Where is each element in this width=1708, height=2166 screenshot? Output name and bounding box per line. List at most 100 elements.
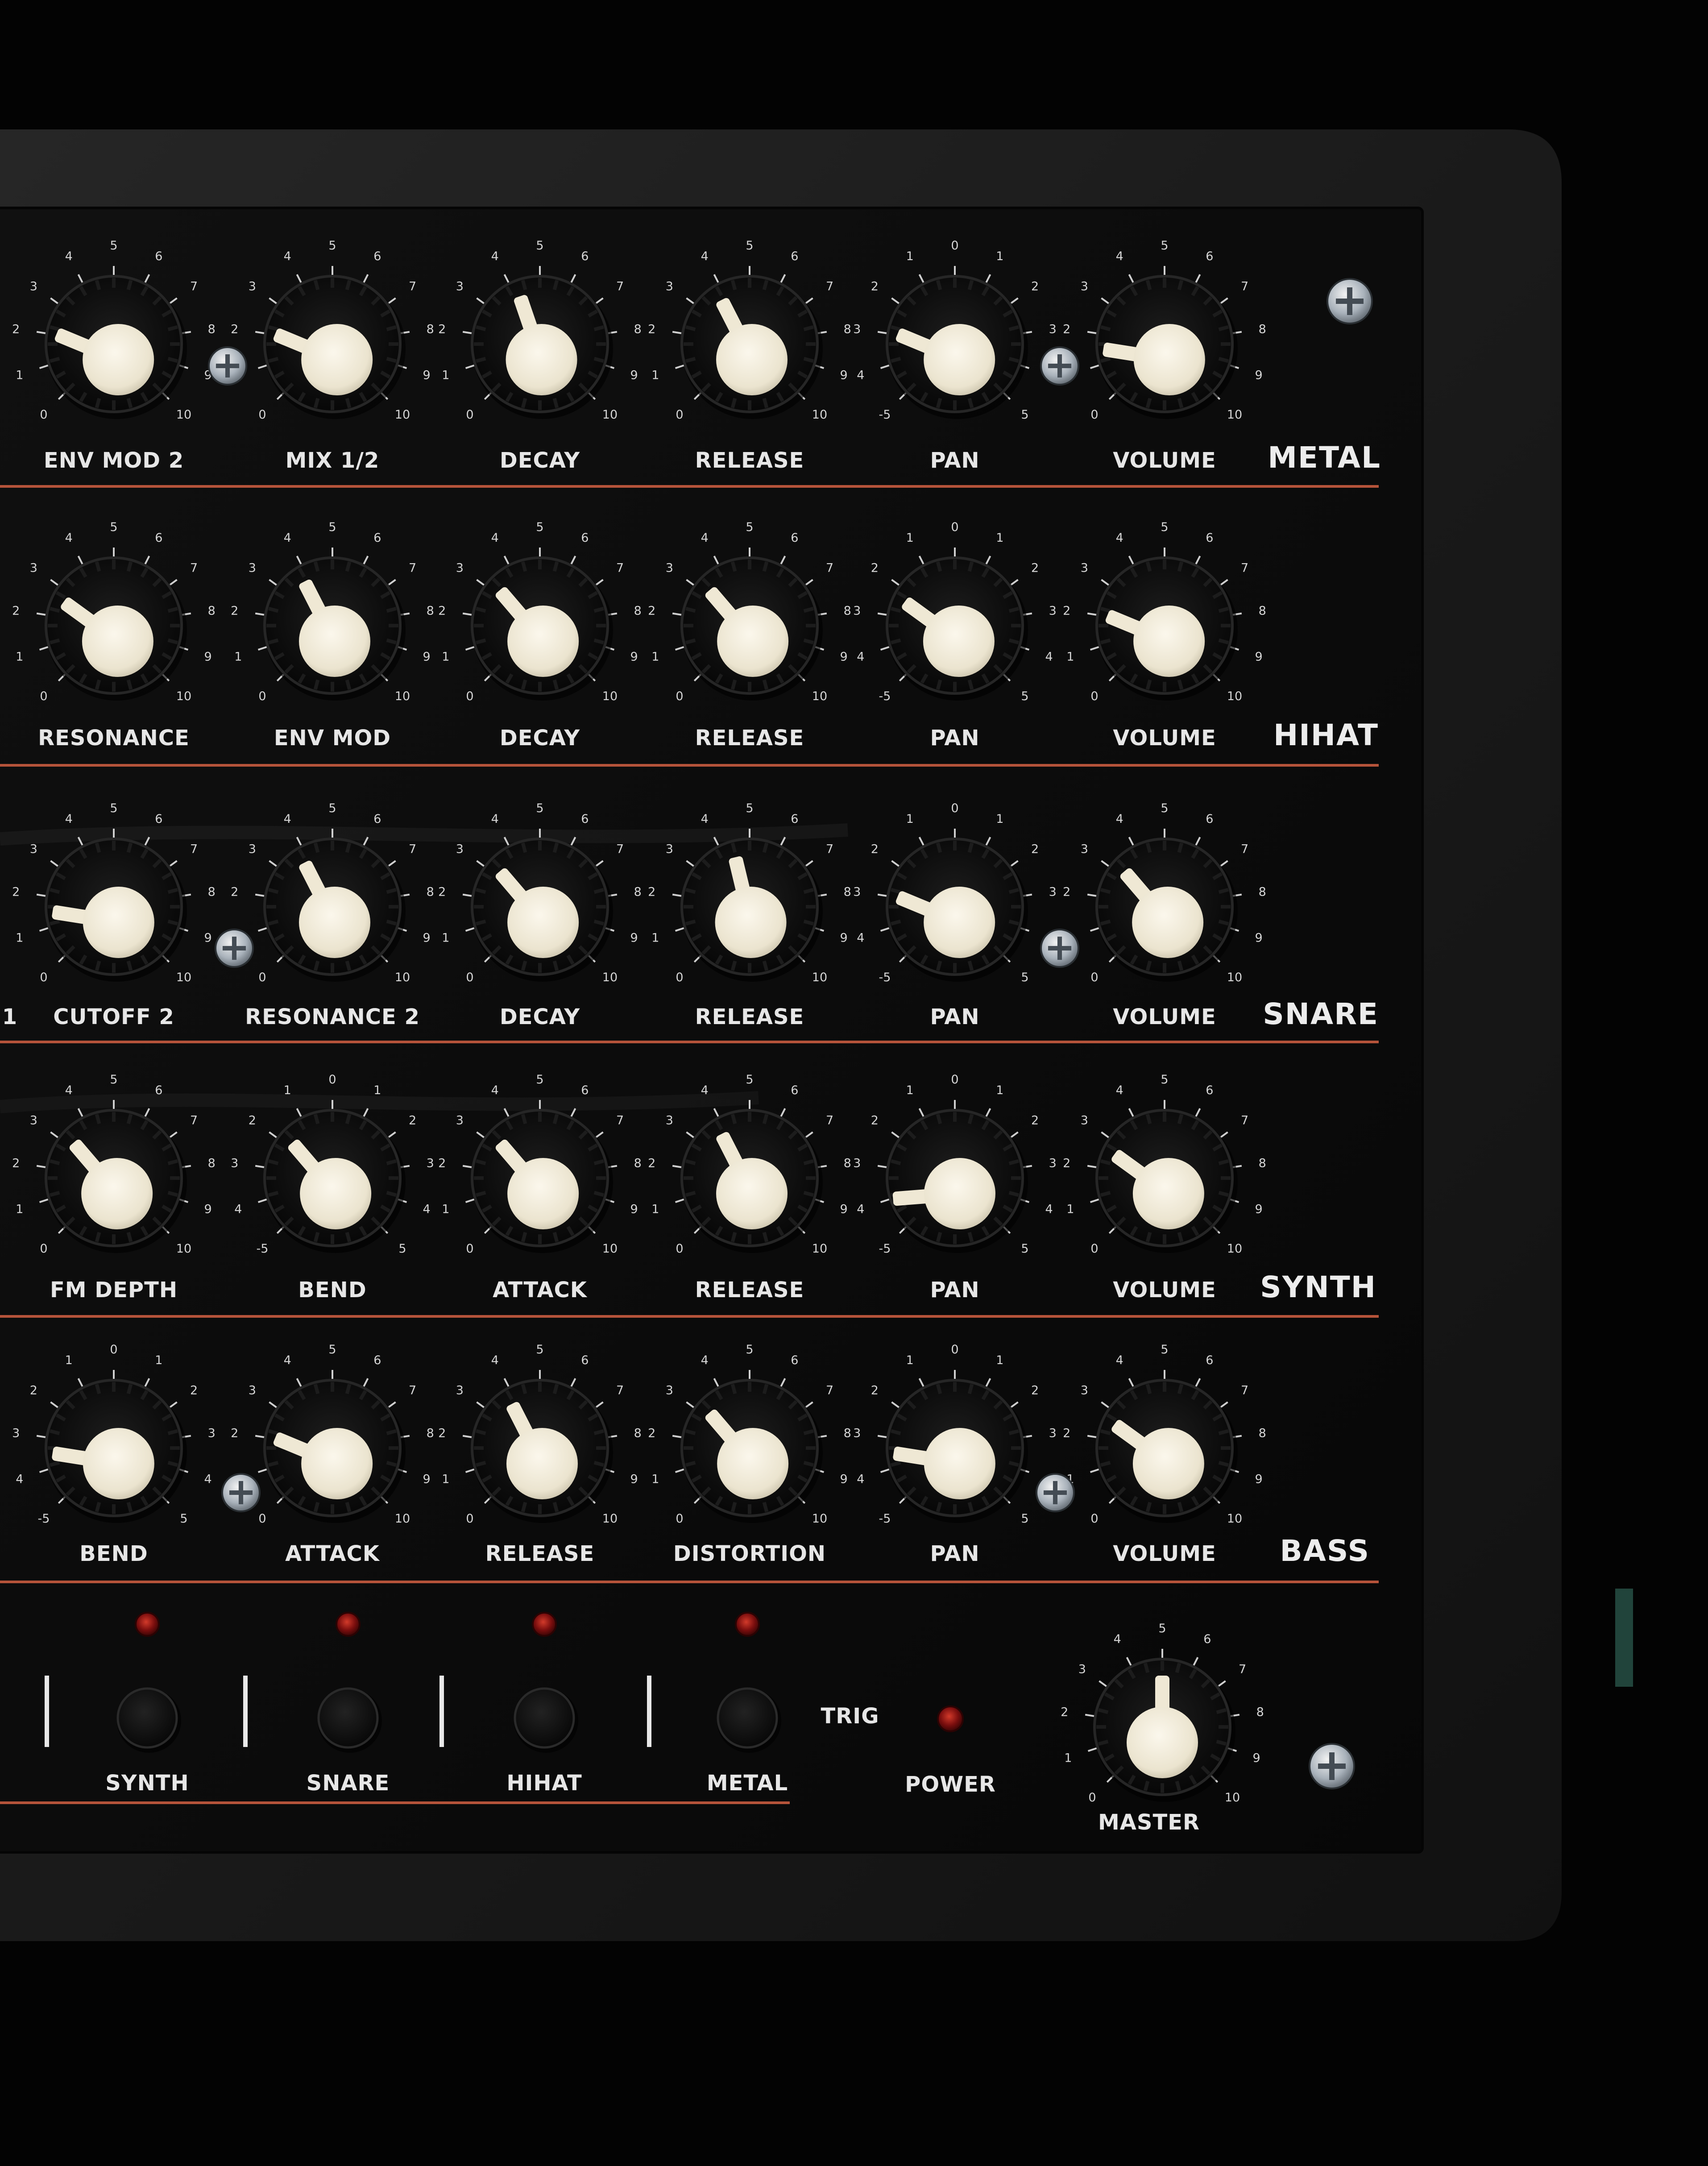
- knob-cap: [81, 1158, 153, 1229]
- scale-number: 2: [12, 885, 20, 899]
- scale-number: 2: [12, 604, 20, 618]
- knob-grip: [268, 638, 279, 645]
- scale-number: 6: [791, 531, 798, 545]
- scale-number: 1: [442, 650, 449, 664]
- scale-number: 5: [1021, 971, 1028, 984]
- knob-grip: [386, 325, 397, 332]
- scale-number: 3: [666, 1114, 673, 1128]
- knob-grip: [50, 638, 60, 645]
- scale-number: 10: [1227, 1242, 1242, 1256]
- scale-number: 2: [871, 1384, 879, 1398]
- scale-number: 6: [581, 812, 589, 826]
- scale-number: 10: [602, 689, 618, 703]
- scale-number: 3: [853, 1156, 861, 1170]
- knob-cap: [924, 1428, 995, 1499]
- knob-grip: [521, 1384, 527, 1394]
- row-name-metal: METAL: [1268, 440, 1381, 475]
- scale-number: 2: [190, 1384, 198, 1398]
- scale-number: 2: [871, 842, 879, 856]
- knob-grip: [50, 1159, 60, 1166]
- knob-grip: [1100, 888, 1111, 894]
- knob-label-3-2: ATTACK: [493, 1278, 588, 1303]
- knob-grip: [967, 398, 974, 408]
- knob-grip: [762, 1384, 769, 1394]
- knob-grip: [50, 606, 60, 613]
- scale-number: 2: [1063, 1426, 1070, 1440]
- panel-screw: [215, 929, 254, 968]
- knob-grip: [167, 325, 178, 332]
- trigger-button-snare[interactable]: [317, 1687, 379, 1749]
- knob-grip: [313, 679, 320, 690]
- scale-number: 3: [853, 322, 861, 336]
- knob-grip: [1100, 638, 1111, 645]
- knob-grip: [891, 606, 901, 613]
- knob-grip: [936, 960, 942, 971]
- trigger-button-synth[interactable]: [116, 1687, 178, 1749]
- knob-grip: [268, 357, 279, 363]
- scale-number: 5: [180, 1512, 187, 1526]
- knob-label-4-1: ATTACK: [285, 1541, 380, 1566]
- knob-cap: [923, 606, 995, 677]
- knob-label-0-5: VOLUME: [1113, 448, 1216, 473]
- knob-grip: [167, 1191, 178, 1197]
- scale-number: 4: [701, 1083, 709, 1097]
- knob-grip: [967, 280, 974, 290]
- scale-number: 3: [853, 885, 861, 899]
- scale-number: 1: [651, 1473, 659, 1486]
- scale-number: 3: [249, 280, 256, 294]
- scale-number: 4: [65, 812, 73, 826]
- scale-number: 2: [231, 1426, 238, 1440]
- scale-number: 9: [630, 650, 638, 664]
- scale-number: 1: [996, 1083, 1003, 1097]
- knob-cap: [507, 606, 579, 677]
- knob-grip: [685, 606, 696, 613]
- scale-number: 8: [1256, 1705, 1264, 1719]
- scale-number: 9: [630, 931, 638, 945]
- trigger-button-hihat[interactable]: [514, 1687, 575, 1749]
- scale-number: 10: [812, 971, 827, 984]
- knob-label-2-4: PAN: [930, 1004, 979, 1029]
- scale-number: 5: [536, 520, 543, 534]
- knob-grip: [313, 1384, 320, 1394]
- scale-number: 2: [648, 322, 655, 336]
- scale-number: 4: [701, 812, 709, 826]
- knob-grip: [936, 1384, 942, 1394]
- knob-grip: [685, 1461, 696, 1467]
- scale-number: 5: [1161, 801, 1168, 815]
- scale-number: 7: [409, 561, 416, 575]
- scale-number: 0: [40, 971, 47, 984]
- knob-grip: [167, 1429, 178, 1436]
- knob-grip: [593, 1159, 604, 1166]
- knob-grip: [891, 1159, 901, 1166]
- scale-number: 6: [1206, 249, 1213, 263]
- knob-grip: [167, 606, 178, 613]
- scale-number: 8: [634, 604, 642, 618]
- scale-number: 3: [30, 1114, 37, 1128]
- scale-number: 8: [844, 885, 851, 899]
- scale-number: 7: [616, 842, 624, 856]
- scale-number: 7: [409, 1384, 416, 1398]
- knob-grip: [1008, 1159, 1019, 1166]
- scale-number: 1: [16, 650, 23, 664]
- knob-grip: [762, 280, 769, 290]
- scale-number: 6: [1206, 812, 1213, 826]
- knob-grip: [95, 1232, 101, 1242]
- knob-grip: [762, 561, 769, 572]
- scale-number: 10: [395, 689, 410, 703]
- scale-number: 4: [491, 249, 499, 263]
- scale-number: 6: [373, 1353, 381, 1367]
- scale-number: 0: [676, 408, 683, 422]
- knob-grip: [521, 398, 527, 408]
- scale-number: 4: [1116, 1353, 1123, 1367]
- scale-number: 7: [826, 1114, 833, 1128]
- scale-number: 3: [1081, 842, 1088, 856]
- row-name-bass: BASS: [1280, 1534, 1370, 1568]
- scale-number: 1: [16, 369, 23, 382]
- trigger-button-metal[interactable]: [717, 1687, 778, 1749]
- scale-number: 1: [906, 249, 914, 263]
- scale-number: 3: [1049, 1156, 1057, 1170]
- scale-number: 1: [65, 1353, 73, 1367]
- knob-grip: [552, 1232, 559, 1242]
- knob-grip: [891, 638, 901, 645]
- knob-grip: [967, 561, 974, 572]
